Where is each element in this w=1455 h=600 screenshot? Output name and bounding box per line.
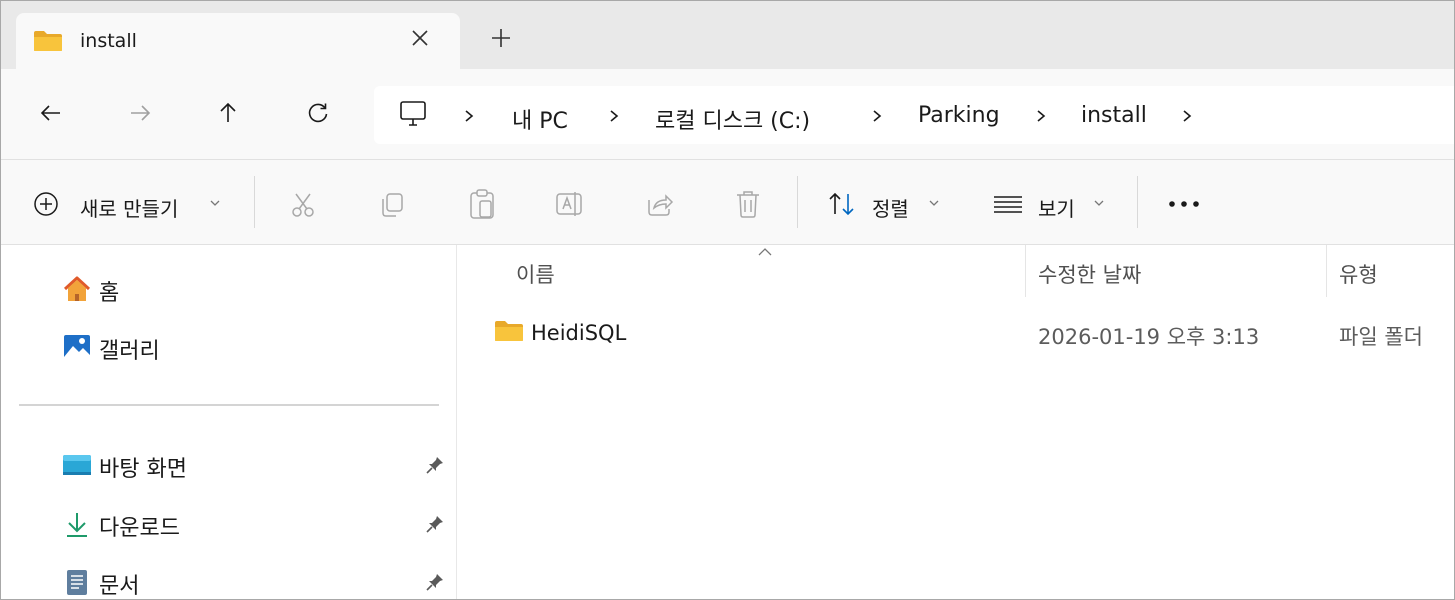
sidebar-item-downloads[interactable]: 다운로드: [63, 506, 443, 542]
file-type: 파일 폴더: [1339, 325, 1423, 349]
sidebar-item-documents[interactable]: 문서: [63, 564, 445, 599]
breadcrumb-install[interactable]: install: [1081, 103, 1147, 128]
sidebar-label: 다운로드: [99, 516, 180, 541]
sidebar-divider: [19, 404, 439, 406]
tab-install[interactable]: install: [16, 13, 460, 69]
pin-icon[interactable]: [425, 514, 445, 534]
breadcrumb-parking[interactable]: Parking: [918, 103, 1000, 128]
sidebar-label: 바탕 화면: [99, 457, 187, 482]
pin-icon[interactable]: [425, 572, 445, 592]
table-row[interactable]: HeidiSQL 2026-01-19 오후 3:13 파일 폴더: [457, 309, 1454, 357]
navigation-bar: 내 PC 로컬 디스크 (C:) Parking install: [1, 69, 1454, 160]
chevron-right-icon[interactable]: [870, 106, 884, 126]
toolbar-divider: [797, 176, 798, 228]
pin-icon[interactable]: [425, 455, 445, 475]
sidebar-label: 문서: [99, 574, 140, 599]
chevron-down-icon[interactable]: [1093, 198, 1105, 208]
folder-icon: [495, 321, 523, 341]
column-header-name[interactable]: 이름: [516, 259, 555, 289]
toolbar-divider: [254, 176, 255, 228]
rename-icon[interactable]: [554, 189, 586, 219]
column-divider[interactable]: [1025, 245, 1026, 297]
address-bar[interactable]: 내 PC 로컬 디스크 (C:) Parking install: [374, 86, 1454, 144]
add-circle-icon[interactable]: [33, 191, 59, 217]
view-button-label[interactable]: 보기: [1038, 193, 1075, 222]
column-divider[interactable]: [1326, 245, 1327, 297]
tab-title: install: [80, 30, 137, 52]
new-button-label[interactable]: 새로 만들기: [80, 193, 178, 222]
close-icon[interactable]: [409, 27, 431, 49]
sidebar-label: 갤러리: [99, 339, 160, 364]
trash-icon[interactable]: [734, 189, 762, 219]
chevron-down-icon[interactable]: [928, 198, 940, 208]
refresh-icon[interactable]: [306, 101, 330, 125]
computer-icon[interactable]: [398, 100, 428, 128]
forward-arrow-icon[interactable]: [128, 101, 152, 125]
file-name[interactable]: HeidiSQL: [531, 321, 626, 345]
toolbar-divider: [1137, 176, 1138, 228]
paste-icon[interactable]: [467, 188, 497, 220]
breadcrumb-this-pc[interactable]: 내 PC: [512, 103, 568, 135]
sidebar-item-gallery[interactable]: 갤러리: [63, 329, 443, 365]
sidebar-item-home[interactable]: 홈: [63, 271, 443, 307]
new-tab-icon[interactable]: [490, 27, 512, 49]
chevron-right-icon[interactable]: [607, 106, 621, 126]
copy-icon[interactable]: [377, 190, 407, 220]
desktop-icon: [63, 455, 91, 475]
share-icon[interactable]: [644, 190, 674, 218]
document-icon: [67, 570, 87, 595]
sort-button-label[interactable]: 정렬: [872, 193, 909, 222]
sort-icon[interactable]: [827, 191, 859, 217]
home-icon: [63, 276, 91, 301]
view-list-icon[interactable]: [992, 194, 1024, 214]
gallery-icon: [64, 335, 90, 359]
cut-icon[interactable]: [288, 190, 318, 220]
breadcrumb-local-disk[interactable]: 로컬 디스크 (C:): [655, 103, 810, 135]
chevron-right-icon[interactable]: [462, 106, 476, 126]
download-icon: [67, 513, 87, 537]
command-bar: 새로 만들기 정렬 보기: [1, 160, 1454, 245]
up-arrow-icon[interactable]: [216, 101, 240, 125]
sidebar-item-desktop[interactable]: 바탕 화면: [63, 447, 443, 483]
navigation-pane: 홈 갤러리 바탕 화면 다운로드 문서: [1, 245, 457, 599]
chevron-down-icon[interactable]: [209, 198, 221, 208]
back-arrow-icon[interactable]: [39, 101, 63, 125]
more-options-icon[interactable]: [1168, 200, 1200, 208]
column-header-type[interactable]: 유형: [1339, 259, 1378, 289]
file-modified: 2026-01-19 오후 3:13: [1038, 325, 1260, 349]
file-list: 이름 수정한 날짜 유형 HeidiSQL 2026-01-19 오후 3:13…: [457, 245, 1454, 599]
file-explorer-window: install 내 PC 로컬 디스크 (C:) Parking install…: [0, 0, 1455, 600]
column-header-modified[interactable]: 수정한 날짜: [1038, 259, 1141, 289]
sort-ascending-icon: [758, 248, 772, 256]
tab-strip: install: [1, 1, 1454, 69]
folder-icon: [34, 31, 62, 51]
chevron-right-icon[interactable]: [1034, 106, 1048, 126]
chevron-right-icon[interactable]: [1180, 106, 1194, 126]
sidebar-label: 홈: [99, 281, 120, 306]
